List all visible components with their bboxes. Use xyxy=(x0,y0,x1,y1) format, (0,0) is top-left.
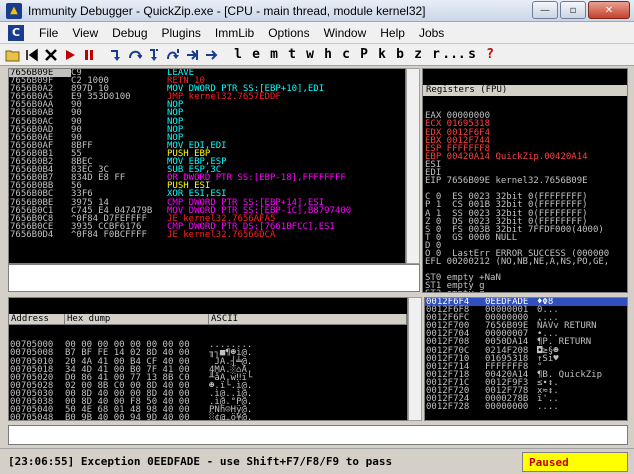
run-trace-button[interactable]: ... xyxy=(442,46,465,64)
menu-help[interactable]: Help xyxy=(373,26,412,40)
run-icon[interactable] xyxy=(61,46,79,64)
disassembly-scrollbar[interactable] xyxy=(406,68,420,264)
register-row[interactable]: ST2 empty g xyxy=(423,290,627,292)
info-pane xyxy=(8,264,420,292)
instruction-text: NOP xyxy=(167,124,184,135)
source-window-button[interactable]: s xyxy=(463,46,481,64)
registers-title: Registers (FPU) xyxy=(423,85,627,97)
maximize-button[interactable]: ▫ xyxy=(560,1,586,19)
step-into-icon[interactable] xyxy=(107,46,125,64)
trace-over-icon[interactable] xyxy=(164,46,182,64)
instruction-text: JE kernel32.76566DCA xyxy=(167,229,276,240)
patches-window-button[interactable]: P xyxy=(355,46,373,64)
stack-comment: .... xyxy=(537,402,559,413)
log-window-button[interactable]: l xyxy=(229,46,247,64)
disassembly-row[interactable]: 7656B0D4 ^0F84 F0BCFFFF JE kernel32.76566D… xyxy=(9,229,405,240)
stack-address: 0012F728 xyxy=(426,402,470,413)
menu-immlib[interactable]: ImmLib xyxy=(208,26,261,40)
execute-till-return-icon[interactable] xyxy=(183,46,201,64)
command-input[interactable] xyxy=(8,425,628,445)
stack-pane[interactable]: 0012F6F4 0EEDFADE ♦Φ8 0012F6F8 00000001 0... 0… xyxy=(424,297,628,421)
dump-address: 00705048 xyxy=(10,413,54,421)
stack-row[interactable]: 0012F728 00000000.... xyxy=(425,402,627,413)
register-row[interactable]: ESI xyxy=(423,160,627,169)
menu-window[interactable]: Window xyxy=(317,26,374,40)
register-row[interactable]: T 0 GS 0000 NULL xyxy=(423,233,627,242)
menu-options[interactable]: Options xyxy=(261,26,316,40)
stack-value: 00000000 xyxy=(485,402,529,413)
disassembly-pane[interactable]: 7656B09E C9 LEAVE 7656B09F C2 1000 RETN 10 765… xyxy=(8,68,406,264)
menu-file[interactable]: File xyxy=(32,26,65,40)
menu-jobs[interactable]: Jobs xyxy=(412,26,451,40)
memory-window-button[interactable]: m xyxy=(265,46,283,64)
instruction-hex: 8BFF xyxy=(71,140,93,151)
dump-row[interactable]: 00705048 B0 9B 40 00 94 9D 40 00 ░¢@.ö¥@. xyxy=(9,413,407,421)
hardware-breakpoints-button[interactable]: z xyxy=(409,46,427,64)
dump-header: Address Hex dump ASCII xyxy=(9,314,407,326)
register-row[interactable]: EFL 00200212 (NO,NB,NE,A,NS,PO,GE, xyxy=(423,258,627,267)
trace-into-icon[interactable] xyxy=(145,46,163,64)
register-row[interactable]: EIP 7656B09E kernel32.7656B09E xyxy=(423,177,627,186)
window-controls: — ▫ ✕ xyxy=(532,1,630,19)
close-window-button[interactable]: ✕ xyxy=(588,1,630,19)
toolbar-separator xyxy=(221,46,229,64)
dump-column-ascii[interactable]: ASCII xyxy=(209,314,407,325)
instruction-hex: 90 xyxy=(71,108,82,119)
toolbar: l e m t w h c P k b z r ... s ? xyxy=(0,44,634,66)
window-title: Immunity Debugger - QuickZip.exe - [CPU … xyxy=(28,3,426,18)
disassembly-row[interactable]: 7656B0AA 90 NOP xyxy=(9,100,405,111)
registers-pane[interactable]: Registers (FPU) EAX 00000000 ECX 01695318… xyxy=(422,68,628,293)
open-icon[interactable] xyxy=(4,46,22,64)
menu-debug[interactable]: Debug xyxy=(105,26,154,40)
disassembly-row[interactable]: 7656B09E C9 LEAVE xyxy=(9,69,405,78)
instruction-hex: ^0F84 F0BCFFFF xyxy=(71,229,147,240)
dump-ascii-text: ░¢@.ö¥@. xyxy=(209,413,253,421)
menu-view[interactable]: View xyxy=(65,26,105,40)
toolbar-separator xyxy=(99,46,107,64)
immunity-app-icon: ▲ xyxy=(6,2,22,19)
instruction-hex: 90 xyxy=(71,116,82,127)
status-message: [23:06:55] Exception 0EEDFADE - use Shif… xyxy=(8,455,393,468)
instruction-address: 7656B0D4 xyxy=(10,229,54,240)
step-over-icon[interactable] xyxy=(126,46,144,64)
close-icon[interactable] xyxy=(42,46,60,64)
instruction-text: NOP xyxy=(167,100,184,111)
breakpoints-window-button[interactable]: b xyxy=(391,46,409,64)
disassembly-row[interactable]: 7656B0A5 E9 353D0100 JMP kernel32.7657EDDF xyxy=(9,92,405,103)
status-bar: [23:06:55] Exception 0EEDFADE - use Shif… xyxy=(0,448,634,474)
dump-hex-bytes: B0 9B 40 00 94 9D 40 00 xyxy=(65,413,190,421)
help-button[interactable]: ? xyxy=(481,46,499,64)
disassembly-row[interactable]: 7656B0AD 90 NOP xyxy=(9,124,405,135)
debugger-state-badge: Paused xyxy=(522,452,628,472)
instruction-hex: 834D E8 FF xyxy=(71,173,126,184)
disassembly-row[interactable]: 7656B0AC 90 NOP xyxy=(9,116,405,127)
instruction-hex: 90 xyxy=(71,100,82,111)
instruction-hex: 90 xyxy=(71,124,82,135)
handles-window-button[interactable]: h xyxy=(319,46,337,64)
minimize-button[interactable]: — xyxy=(532,1,558,19)
title-bar: ▲ Immunity Debugger - QuickZip.exe - [CP… xyxy=(0,0,634,22)
dump-column-hex[interactable]: Hex dump xyxy=(65,314,209,325)
goto-icon[interactable] xyxy=(202,46,220,64)
dump-column-address[interactable]: Address xyxy=(9,314,65,325)
cpu-window-button[interactable]: c xyxy=(337,46,355,64)
register-row[interactable]: EBP 00420A14 QuickZip.00420A14 xyxy=(423,152,627,161)
dump-scrollbar[interactable] xyxy=(408,297,422,421)
pause-icon[interactable] xyxy=(80,46,98,64)
instruction-text: NOP xyxy=(167,116,184,127)
windows-window-button[interactable]: w xyxy=(301,46,319,64)
cpu-window-icon[interactable]: C xyxy=(8,24,24,41)
call-stack-window-button[interactable]: k xyxy=(373,46,391,64)
disassembly-row[interactable]: 7656B0AB 90 NOP xyxy=(9,108,405,119)
instruction-text: JMP kernel32.7657EDDF xyxy=(167,92,281,103)
restart-icon[interactable] xyxy=(23,46,41,64)
menu-bar: C File View Debug Plugins ImmLib Options… xyxy=(0,22,634,44)
threads-window-button[interactable]: t xyxy=(283,46,301,64)
modules-window-button[interactable]: e xyxy=(247,46,265,64)
menu-plugins[interactable]: Plugins xyxy=(155,26,208,40)
instruction-hex: E9 353D0100 xyxy=(71,92,131,103)
instruction-text: NOP xyxy=(167,108,184,119)
hex-dump-pane[interactable]: Address Hex dump ASCII 00705000 00 00 00 … xyxy=(8,297,408,421)
